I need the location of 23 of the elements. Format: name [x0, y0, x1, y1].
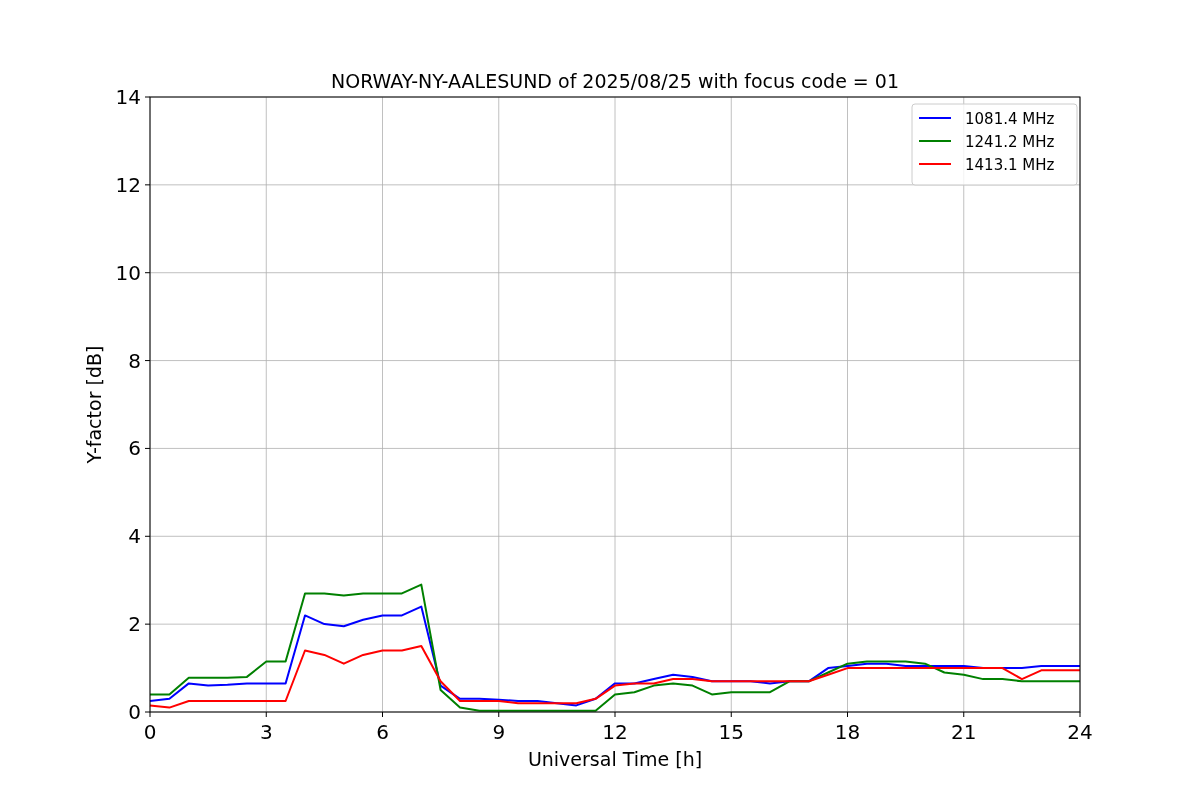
tick-label: 0	[128, 700, 141, 724]
tick-label: 15	[718, 720, 744, 744]
tick-label: 0	[143, 720, 157, 744]
tick-label: 9	[492, 720, 506, 744]
tick-label: 14	[115, 85, 141, 109]
tick-label: 12	[115, 172, 141, 197]
tick-label: 21	[951, 720, 977, 744]
tick-label: 10	[115, 260, 141, 285]
tick-label: 3	[259, 720, 273, 744]
tick-label: 6	[128, 436, 141, 461]
legend-label: 1413.1 MHz	[965, 156, 1055, 174]
axis-label: Universal Time [h]	[527, 748, 703, 770]
tick-label: 6	[376, 720, 389, 744]
tick-label: 2	[128, 612, 141, 637]
tick-label: 18	[834, 720, 861, 744]
tick-label: 12	[602, 720, 628, 744]
legend-label: 1241.2 MHz	[965, 133, 1055, 151]
chart-title: NORWAY-NY-AALESUND of 2025/08/25 with focus code = 01	[331, 70, 899, 92]
legend-label: 1081.4 MHz	[965, 110, 1055, 128]
tick-label: 4	[128, 524, 141, 549]
tick-label: 8	[128, 348, 141, 373]
axis-label: Y-factor [dB]	[83, 345, 105, 464]
tick-label: 24	[1067, 720, 1093, 744]
